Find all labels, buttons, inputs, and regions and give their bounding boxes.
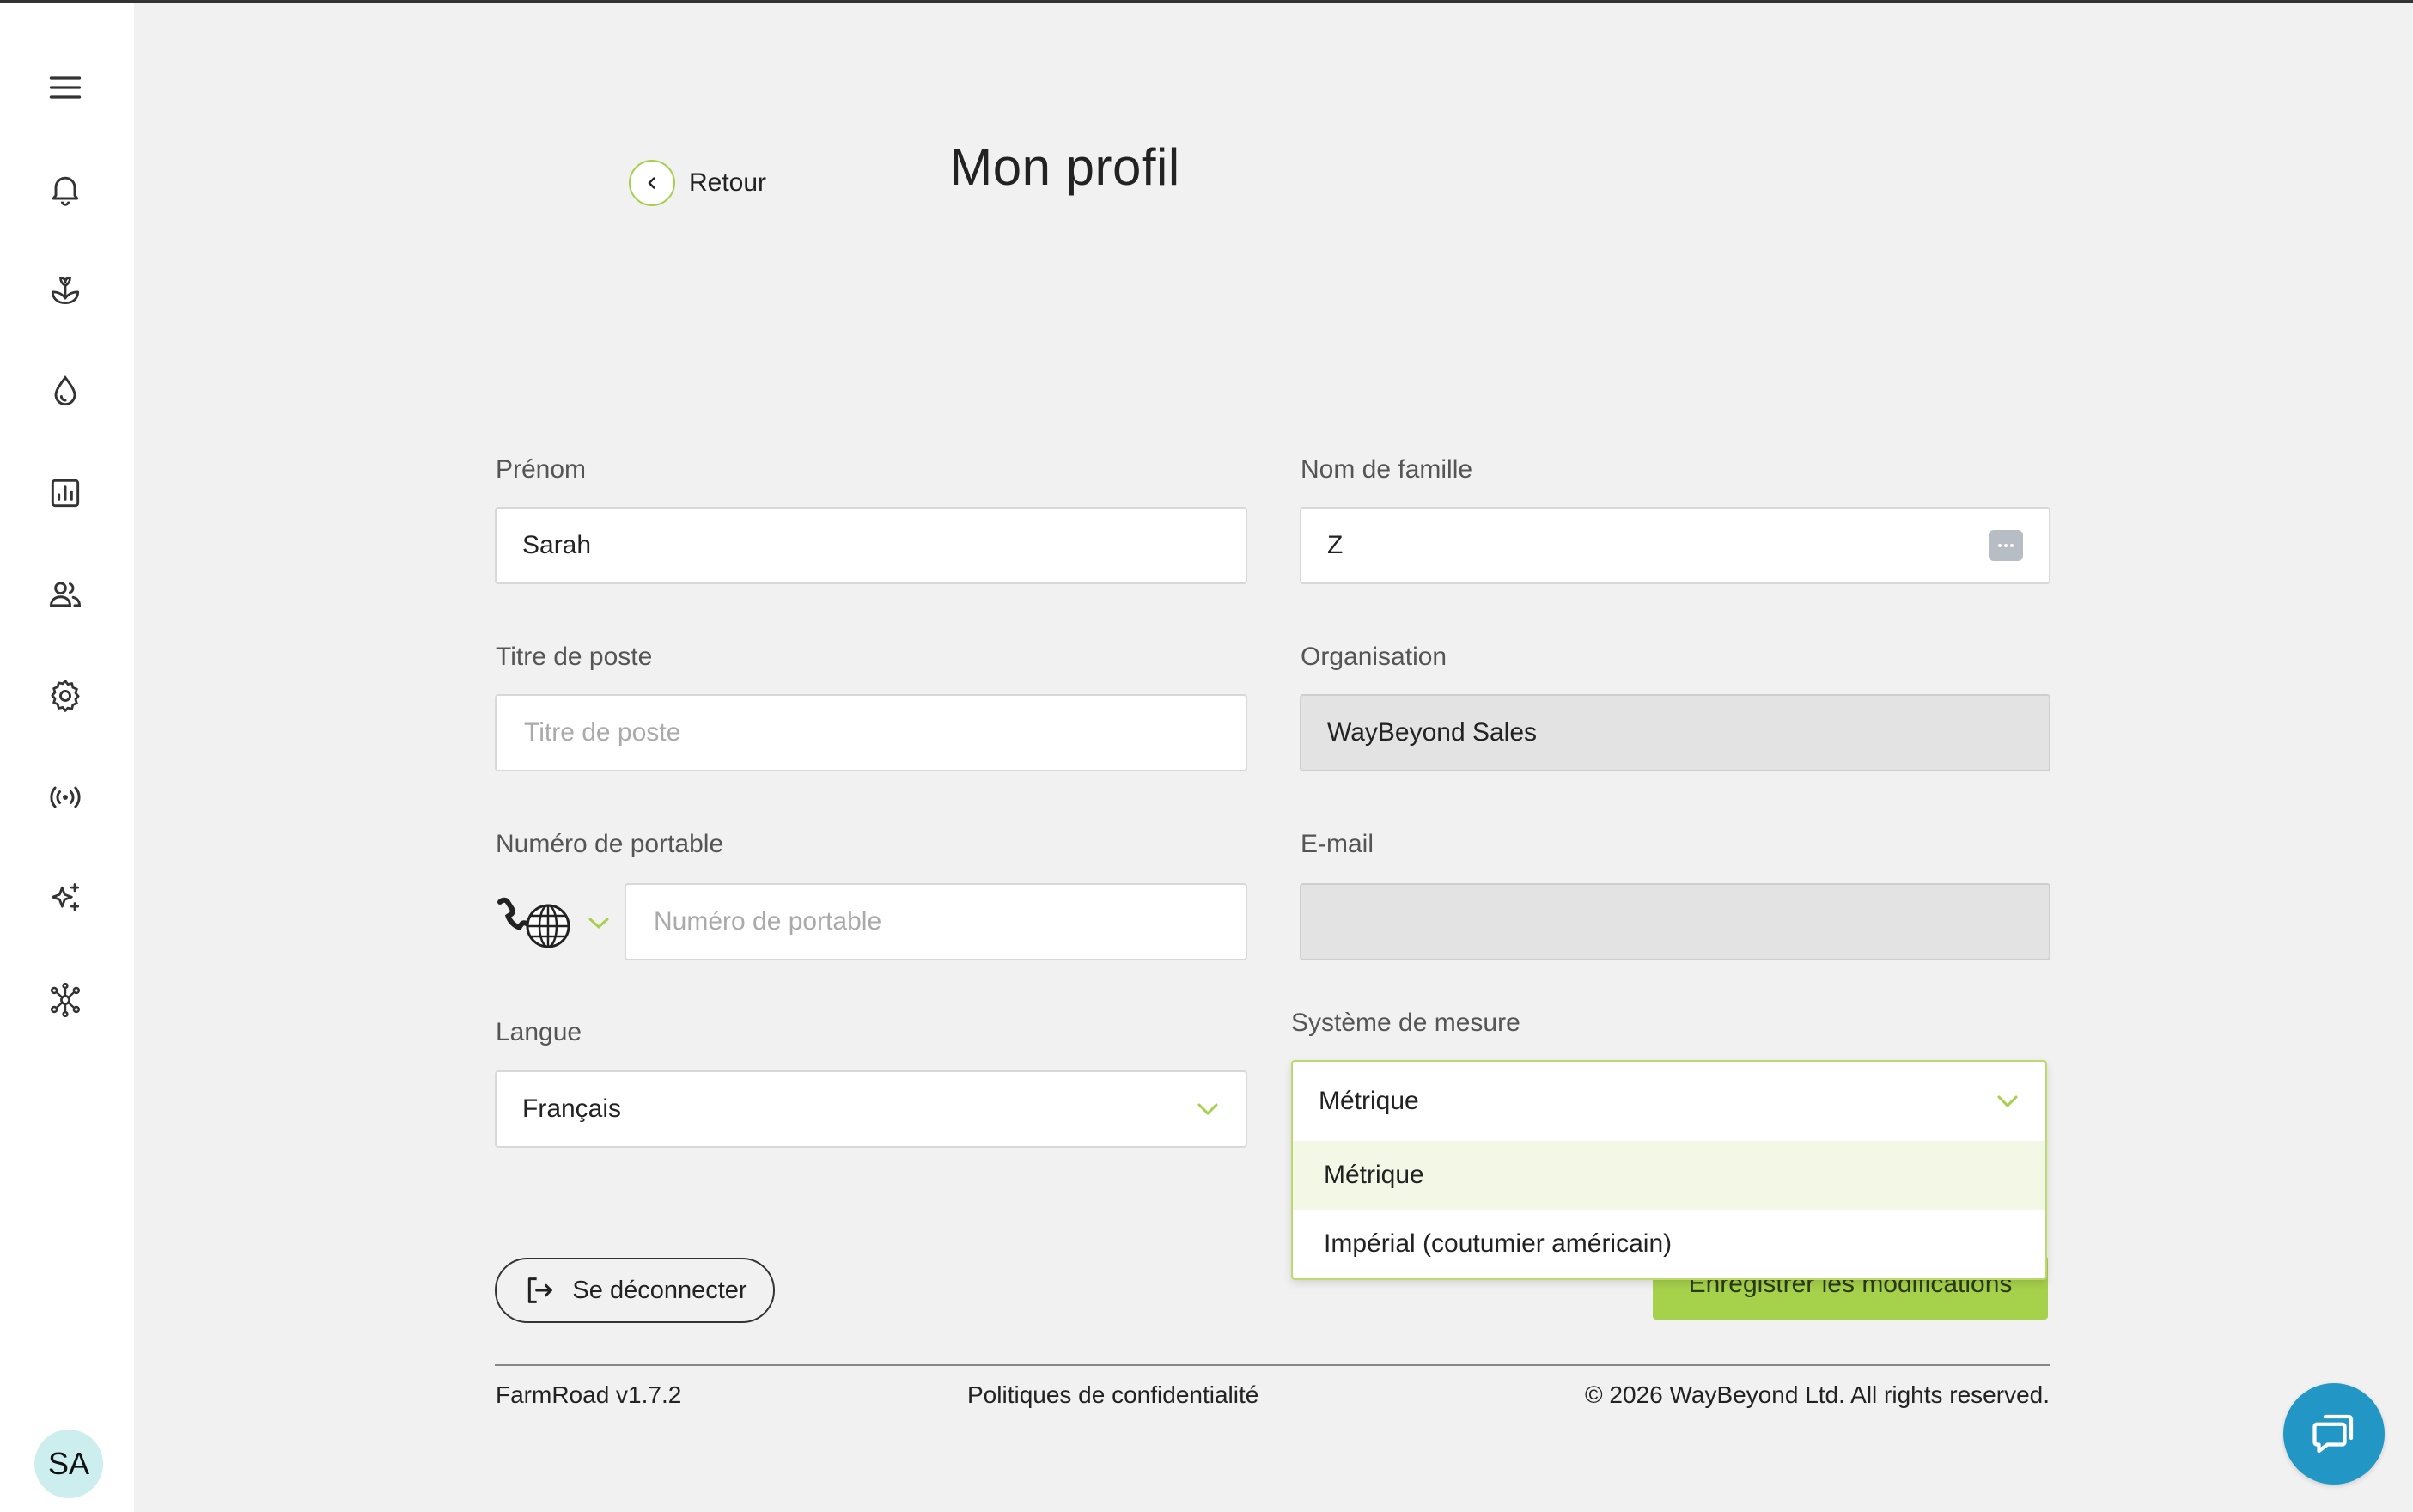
language-select[interactable]: Français	[495, 1070, 1247, 1148]
measurement-select[interactable]: Métrique Métrique Impérial (coutumier am…	[1291, 1060, 2047, 1280]
email-field	[1300, 883, 2050, 960]
mobile-input[interactable]	[652, 906, 1246, 937]
job-title-label: Titre de poste	[496, 643, 653, 671]
international-phone-icon	[497, 897, 570, 948]
avatar[interactable]: SA	[34, 1430, 103, 1498]
first-name-field[interactable]: Sarah	[495, 507, 1247, 584]
water-drop-icon[interactable]	[41, 368, 89, 416]
page-title: Mon profil	[0, 137, 2413, 197]
mobile-field[interactable]	[625, 883, 1247, 960]
logout-button[interactable]: Se déconnecter	[495, 1258, 775, 1323]
users-icon[interactable]	[41, 570, 89, 619]
copyright: © 2026 WayBeyond Ltd. All rights reserve…	[1585, 1381, 2050, 1408]
job-title-input[interactable]	[522, 717, 1246, 748]
sidebar: SA	[0, 3, 134, 1512]
broadcast-icon[interactable]	[41, 773, 89, 821]
chevron-down-icon	[1997, 1095, 2018, 1108]
gear-icon[interactable]	[41, 672, 89, 720]
menu-icon[interactable]	[41, 64, 89, 112]
bar-chart-icon[interactable]	[41, 469, 89, 517]
language-label: Langue	[496, 1018, 582, 1046]
job-title-field[interactable]	[495, 694, 1247, 771]
privacy-link[interactable]: Politiques de confidentialité	[967, 1381, 1258, 1409]
top-border	[0, 0, 2413, 3]
measurement-option-imperial[interactable]: Impérial (coutumier américain)	[1293, 1210, 2045, 1278]
first-name-value: Sarah	[522, 531, 592, 559]
app-version: FarmRoad v1.7.2	[496, 1381, 682, 1408]
mobile-label: Numéro de portable	[496, 830, 724, 858]
last-name-label: Nom de famille	[1301, 455, 1473, 484]
chevron-down-icon	[1197, 1103, 1218, 1116]
measurement-select-head[interactable]: Métrique	[1293, 1062, 2045, 1141]
organisation-value: WayBeyond Sales	[1327, 718, 1538, 747]
measurement-option-metric[interactable]: Métrique	[1293, 1141, 2045, 1210]
page-title-text: Mon profil	[949, 138, 1180, 196]
measurement-label: Système de mesure	[1291, 1009, 1520, 1037]
password-manager-icon[interactable]	[1989, 530, 2023, 561]
footer-divider	[495, 1364, 2050, 1366]
measurement-option-label: Impérial (coutumier américain)	[1324, 1229, 1673, 1258]
chat-button[interactable]	[2283, 1383, 2385, 1485]
logout-icon	[528, 1277, 553, 1303]
language-value: Français	[522, 1094, 622, 1123]
first-name-label: Prénom	[496, 455, 587, 484]
app-root: SA Retour Mon profil Prénom Sarah Nom de…	[0, 0, 2413, 1512]
measurement-value: Métrique	[1319, 1087, 1419, 1115]
sparkles-icon[interactable]	[41, 875, 89, 923]
logout-label: Se déconnecter	[572, 1276, 747, 1304]
chat-icon	[2312, 1414, 2354, 1454]
email-label: E-mail	[1301, 830, 1374, 858]
avatar-initials: SA	[47, 1446, 90, 1481]
country-code-selector[interactable]	[495, 895, 610, 952]
network-icon[interactable]	[41, 976, 89, 1024]
organisation-field: WayBeyond Sales	[1300, 694, 2050, 771]
last-name-field[interactable]: Z	[1300, 507, 2050, 584]
measurement-option-label: Métrique	[1324, 1161, 1424, 1189]
plant-icon[interactable]	[41, 266, 89, 314]
chevron-down-icon	[588, 918, 609, 930]
last-name-value: Z	[1327, 531, 1344, 559]
organisation-label: Organisation	[1301, 643, 1447, 671]
